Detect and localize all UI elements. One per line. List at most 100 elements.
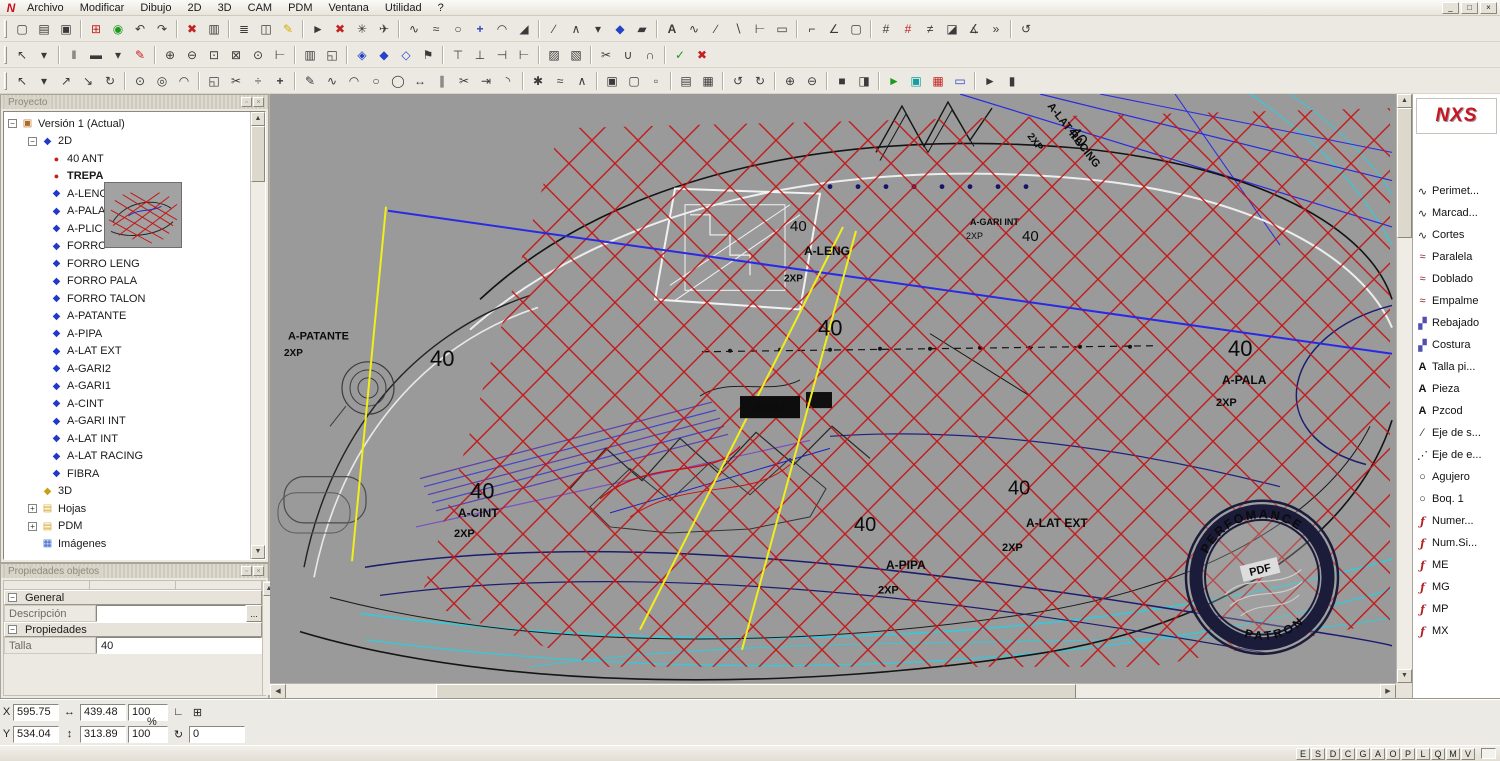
zoom-extents-icon[interactable]: ⊠ bbox=[225, 45, 247, 65]
scroll-thumb[interactable] bbox=[1397, 108, 1412, 238]
rotate-tool-icon[interactable]: ↻ bbox=[99, 71, 121, 91]
toolbar-grip[interactable] bbox=[4, 45, 7, 64]
layer-toggle-button[interactable]: S bbox=[1311, 747, 1325, 760]
arc-tool-icon[interactable]: ◠ bbox=[491, 19, 513, 39]
layer-toggle-button[interactable]: P bbox=[1401, 747, 1415, 760]
section-propiedades[interactable]: − Propiedades bbox=[4, 622, 262, 637]
menu-item[interactable]: Dibujo bbox=[132, 1, 179, 15]
ellipse-icon[interactable]: ◯ bbox=[387, 71, 409, 91]
panel-close-button[interactable]: × bbox=[253, 566, 264, 576]
fill-tool-icon[interactable]: ▰ bbox=[631, 19, 653, 39]
ruler-icon[interactable]: ⊢ bbox=[749, 19, 771, 39]
pencil-icon[interactable]: ✎ bbox=[299, 71, 321, 91]
tree-item[interactable]: 40 ANT bbox=[8, 150, 250, 168]
color-pencil-icon[interactable]: ✎ bbox=[129, 45, 151, 65]
menu-item[interactable]: ? bbox=[430, 1, 452, 15]
panel-close-button[interactable]: × bbox=[253, 97, 264, 107]
slash-tool-icon[interactable]: ∕ bbox=[705, 19, 727, 39]
tree-item[interactable]: A-PATANTE bbox=[8, 308, 250, 326]
layer-toggle-button[interactable]: A bbox=[1371, 747, 1385, 760]
mirror-icon[interactable]: ↔ bbox=[409, 71, 431, 91]
layer-toggle-button[interactable]: Q bbox=[1431, 747, 1445, 760]
ruler-toggle-icon[interactable]: ⊢ bbox=[269, 45, 291, 65]
pdm-link-icon[interactable]: ⊞ bbox=[85, 19, 107, 39]
rotate-right-icon[interactable]: ↻ bbox=[749, 71, 771, 91]
align-left-icon[interactable]: ⊣ bbox=[491, 45, 513, 65]
layer-toggle-button[interactable]: D bbox=[1326, 747, 1340, 760]
tool-skived[interactable]: ▞ Rebajado bbox=[1413, 312, 1500, 334]
section-collapse-icon[interactable]: − bbox=[8, 593, 17, 602]
layer-toggle-button[interactable]: C bbox=[1341, 747, 1355, 760]
section-general[interactable]: − General bbox=[4, 590, 262, 605]
tree-item-2d[interactable]: − 2D bbox=[8, 133, 250, 151]
zoom-in-icon[interactable]: ⊕ bbox=[159, 45, 181, 65]
select-tool-icon[interactable]: ↖ bbox=[11, 45, 33, 65]
split-curve-icon[interactable]: ∩ bbox=[639, 45, 661, 65]
layer-toggle-button[interactable]: E bbox=[1296, 747, 1310, 760]
talla-value[interactable]: 40 bbox=[96, 637, 262, 654]
layer-toggle-button[interactable]: L bbox=[1416, 747, 1430, 760]
menu-item[interactable]: Modificar bbox=[72, 1, 133, 15]
undo-icon[interactable]: ↶ bbox=[129, 19, 151, 39]
dropdown-arrow-icon[interactable]: ▾ bbox=[33, 71, 55, 91]
spline-icon[interactable]: ∿ bbox=[403, 19, 425, 39]
tool-perimeter[interactable]: ∿ Perimet... bbox=[1413, 180, 1500, 202]
divide-icon[interactable]: ÷ bbox=[247, 71, 269, 91]
move-tool-icon[interactable]: + bbox=[269, 71, 291, 91]
corner-tool-icon[interactable]: ◢ bbox=[513, 19, 535, 39]
scissors-icon[interactable]: ✂ bbox=[225, 71, 247, 91]
end-icon[interactable]: ▮ bbox=[1001, 71, 1023, 91]
layers-icon[interactable]: ▦ bbox=[927, 71, 949, 91]
wave-tool-icon[interactable]: ∿ bbox=[683, 19, 705, 39]
tool-numbering[interactable]: ƒ Numer... bbox=[1413, 510, 1500, 532]
panel-float-button[interactable]: ▫ bbox=[241, 97, 252, 107]
node-edit-icon[interactable]: ✱ bbox=[527, 71, 549, 91]
arrow-se-icon[interactable]: ↘ bbox=[77, 71, 99, 91]
tree-item-root[interactable]: − Versión 1 (Actual) bbox=[8, 115, 250, 133]
play-icon[interactable]: ► bbox=[883, 71, 905, 91]
circle2-icon[interactable]: ○ bbox=[365, 71, 387, 91]
refresh-icon[interactable]: ↺ bbox=[1015, 19, 1037, 39]
y-coordinate-value[interactable]: 534.04 bbox=[13, 725, 59, 743]
layer-toggle-button[interactable]: M bbox=[1446, 747, 1460, 760]
rotation-value[interactable]: 0 bbox=[189, 725, 245, 743]
print-icon[interactable]: ≣ bbox=[233, 19, 255, 39]
polyline-tool-icon[interactable]: ∧ bbox=[565, 19, 587, 39]
box-tool-icon[interactable]: ▢ bbox=[845, 19, 867, 39]
line-tool-icon[interactable]: ∕ bbox=[543, 19, 565, 39]
tree-item[interactable]: FORRO LENG bbox=[8, 255, 250, 273]
tool-mp[interactable]: ƒ MP bbox=[1413, 598, 1500, 620]
tree-item[interactable]: A-PIPA bbox=[8, 325, 250, 343]
scroll-left-button[interactable]: ◀ bbox=[270, 684, 286, 699]
join-curve-icon[interactable]: ∪ bbox=[617, 45, 639, 65]
menu-item[interactable]: Ventana bbox=[321, 1, 377, 15]
screen-icon[interactable]: ▣ bbox=[905, 71, 927, 91]
zoom-in2-icon[interactable]: ⊕ bbox=[779, 71, 801, 91]
eraser-icon[interactable]: ◪ bbox=[941, 19, 963, 39]
freehand-icon[interactable]: ≈ bbox=[425, 19, 447, 39]
monitor-icon[interactable]: ▭ bbox=[949, 71, 971, 91]
delete-all-icon[interactable]: ✖ bbox=[329, 19, 351, 39]
redo-icon[interactable]: ↷ bbox=[151, 19, 173, 39]
tree-item[interactable]: A-GARI2 bbox=[8, 360, 250, 378]
more-options-button[interactable]: ... bbox=[246, 605, 262, 622]
arrow-ne-icon[interactable]: ↗ bbox=[55, 71, 77, 91]
info-icon[interactable]: ◉ bbox=[107, 19, 129, 39]
menu-item[interactable]: Utilidad bbox=[377, 1, 430, 15]
diamond-tool-icon[interactable]: ◆ bbox=[609, 19, 631, 39]
scroll-up-button[interactable]: ▲ bbox=[251, 112, 265, 126]
dropdown-arrow-icon[interactable]: ▾ bbox=[107, 45, 129, 65]
new-file-icon[interactable]: ▢ bbox=[11, 19, 33, 39]
arc2-icon[interactable]: ◠ bbox=[343, 71, 365, 91]
diamond-blue-icon[interactable]: ◈ bbox=[351, 45, 373, 65]
flag-icon[interactable]: ⚑ bbox=[417, 45, 439, 65]
tool-num-simple[interactable]: ƒ Num.Si... bbox=[1413, 532, 1500, 554]
zoom-previous-icon[interactable]: ⊙ bbox=[247, 45, 269, 65]
scroll-down-button[interactable]: ▼ bbox=[1397, 669, 1412, 683]
align-bottom-icon[interactable]: ⊥ bbox=[469, 45, 491, 65]
menu-item[interactable]: PDM bbox=[280, 1, 320, 15]
tool-parallel[interactable]: ≈ Paralela bbox=[1413, 246, 1500, 268]
tree-item[interactable]: A-LAT EXT bbox=[8, 343, 250, 361]
rect-tool-icon[interactable]: ▭ bbox=[771, 19, 793, 39]
tool-mg[interactable]: ƒ MG bbox=[1413, 576, 1500, 598]
